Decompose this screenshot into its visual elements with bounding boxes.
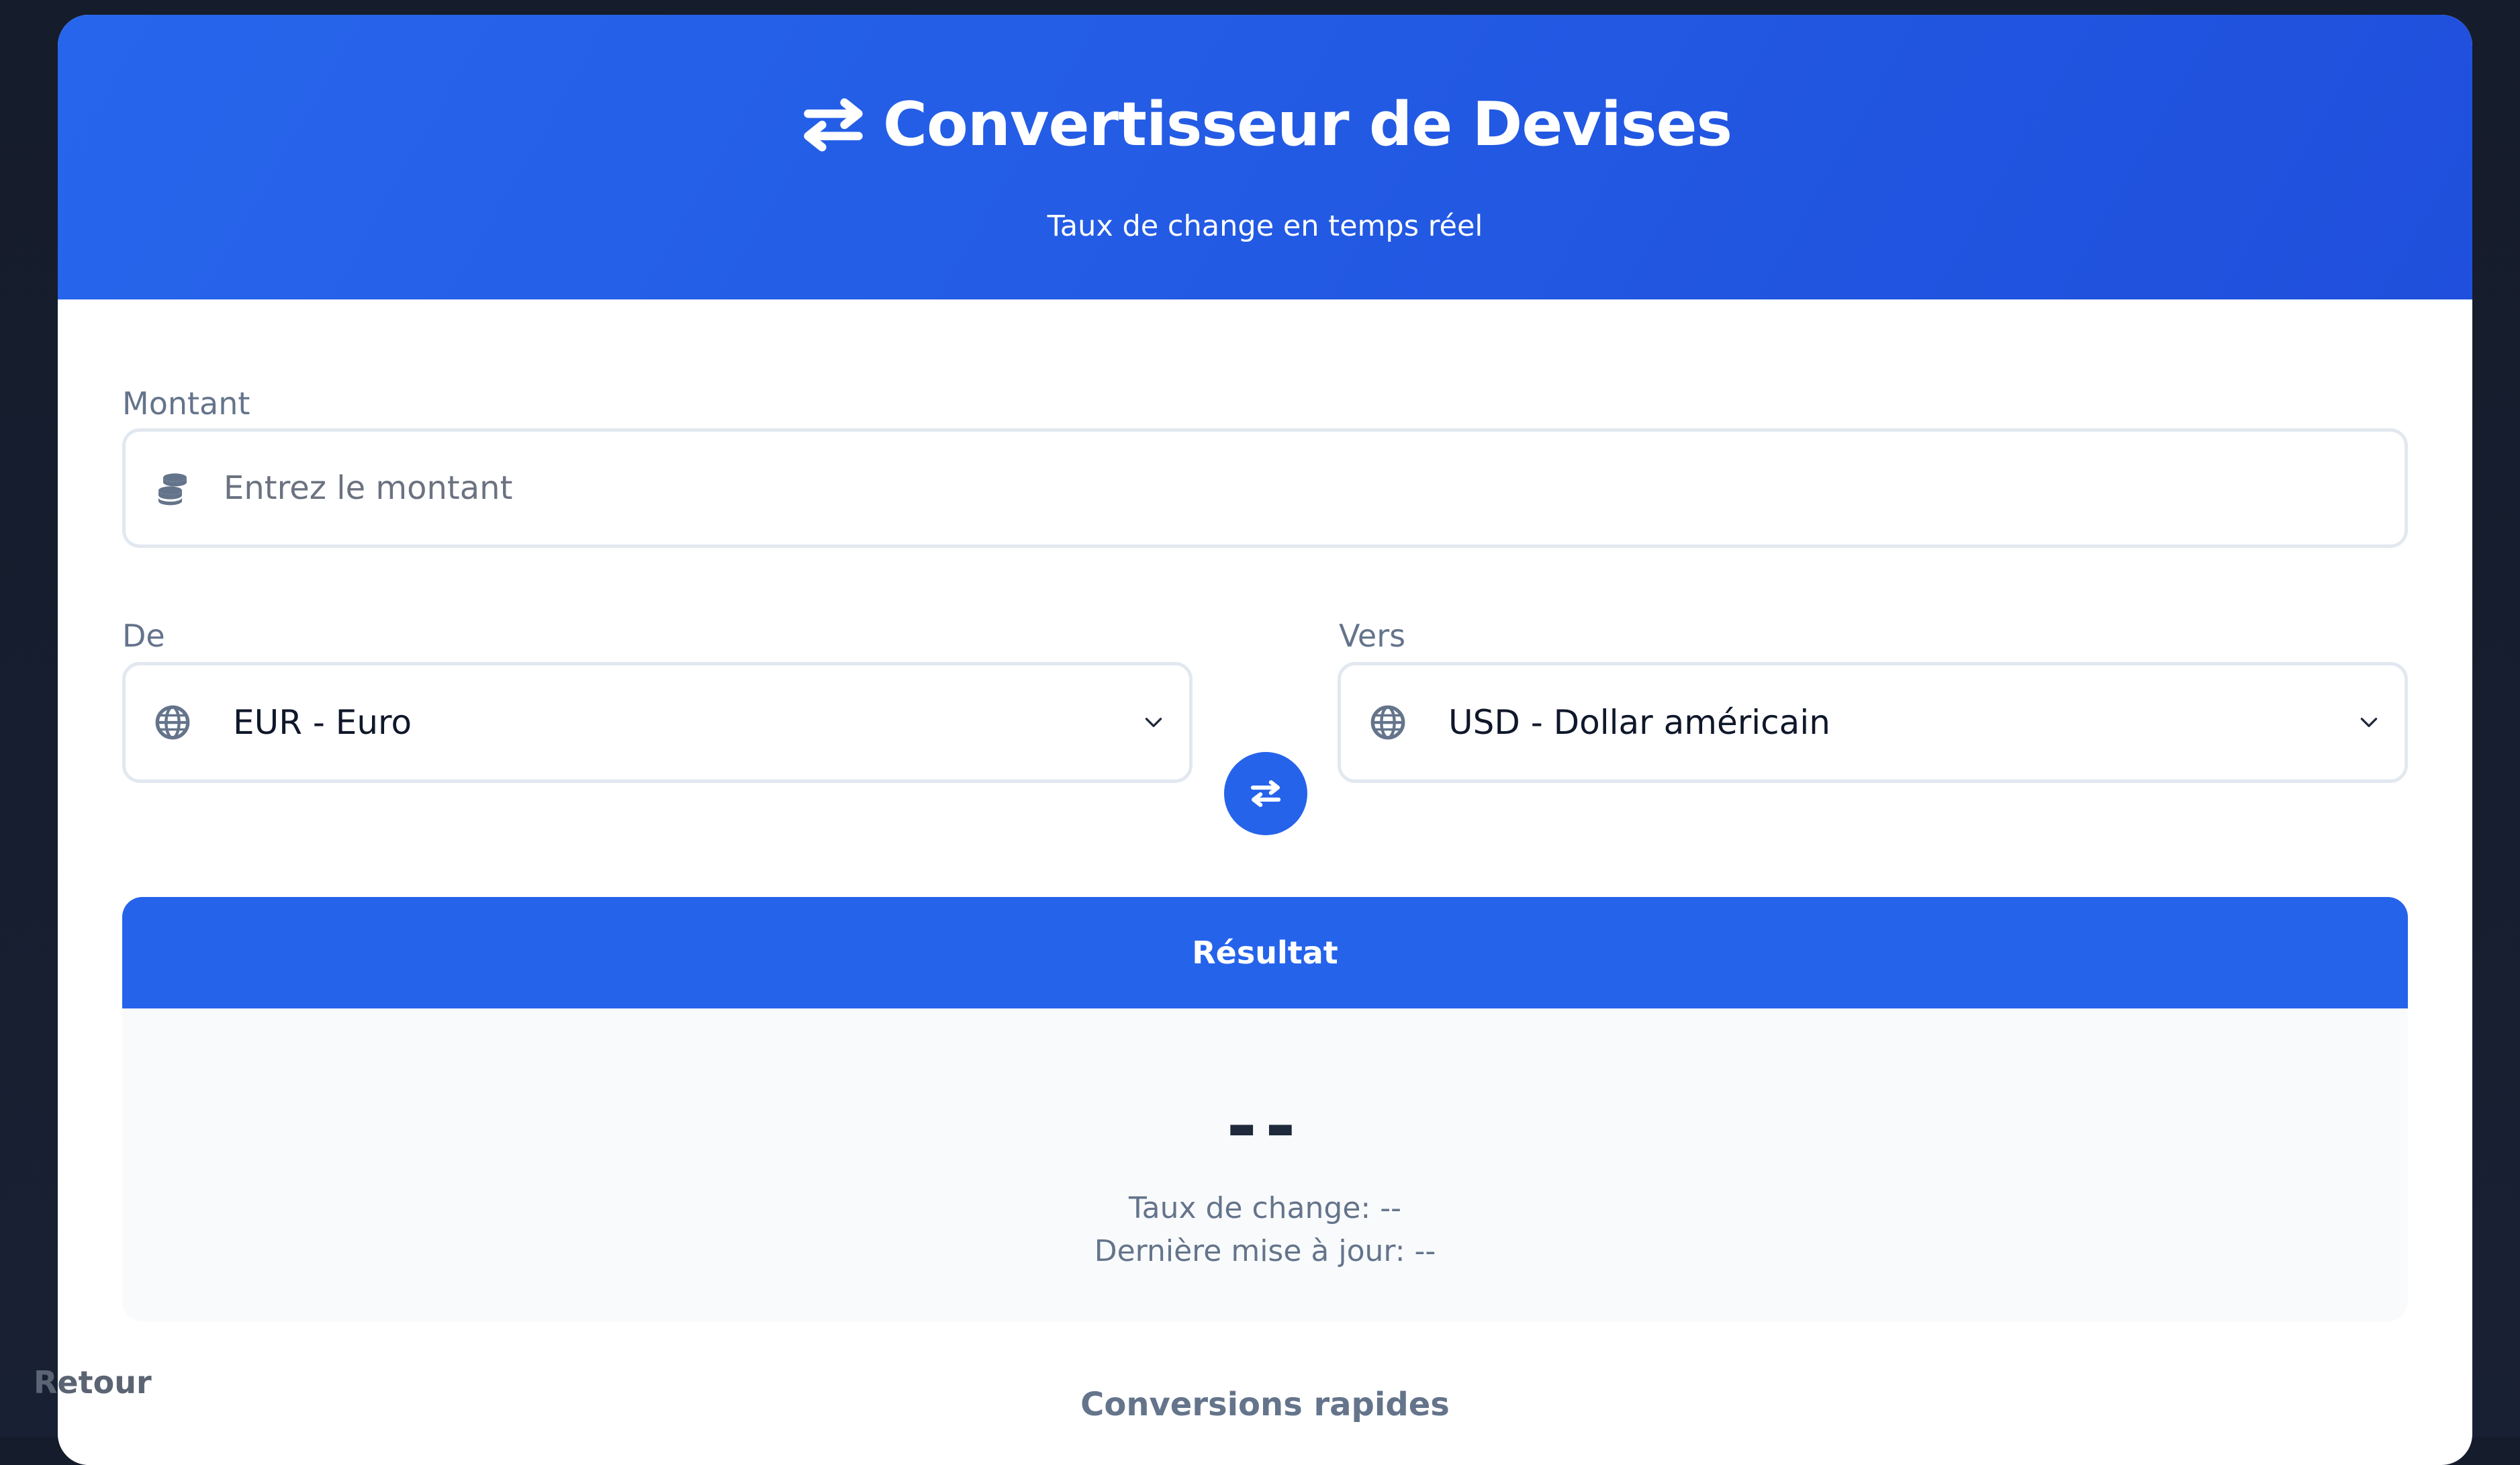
page-subtitle: Taux de change en temps réel xyxy=(1047,209,1483,243)
globe-icon xyxy=(1370,705,1405,740)
quick-conversions-title: Conversions rapides xyxy=(1080,1386,1450,1423)
from-label: De xyxy=(122,618,165,654)
to-label: Vers xyxy=(1339,618,1406,654)
last-updated-text: Dernière mise à jour: -- xyxy=(1094,1234,1436,1268)
result-header: Résultat xyxy=(122,897,2408,1008)
header: Convertisseur de Devises Taux de change … xyxy=(58,15,2472,299)
globe-icon xyxy=(155,705,190,740)
result-value: -- xyxy=(1226,1083,1304,1169)
result-title: Résultat xyxy=(1192,935,1338,971)
coins-icon xyxy=(158,473,187,506)
exchange-icon xyxy=(804,98,863,152)
result-panel: -- Taux de change: -- Dernière mise à jo… xyxy=(122,1008,2408,1321)
amount-field[interactable] xyxy=(122,428,2408,548)
swap-currencies-button[interactable] xyxy=(1224,752,1307,835)
to-currency-select[interactable]: USD - Dollar américain xyxy=(1338,662,2408,783)
page-title: Convertisseur de Devises xyxy=(882,89,1732,160)
back-link[interactable]: Retour xyxy=(34,1367,152,1398)
amount-label: Montant xyxy=(122,385,250,422)
from-currency-value: EUR - Euro xyxy=(233,703,412,742)
title-row: Convertisseur de Devises xyxy=(58,90,2472,160)
exchange-icon xyxy=(1250,780,1281,807)
exchange-rate-text: Taux de change: -- xyxy=(1129,1191,1401,1225)
chevron-down-icon xyxy=(2360,718,2378,727)
amount-input[interactable] xyxy=(224,432,2378,545)
chevron-down-icon xyxy=(1145,718,1162,727)
from-currency-select[interactable]: EUR - Euro xyxy=(122,662,1193,783)
converter-card: Convertisseur de Devises Taux de change … xyxy=(58,15,2472,1465)
to-currency-value: USD - Dollar américain xyxy=(1448,703,1830,742)
